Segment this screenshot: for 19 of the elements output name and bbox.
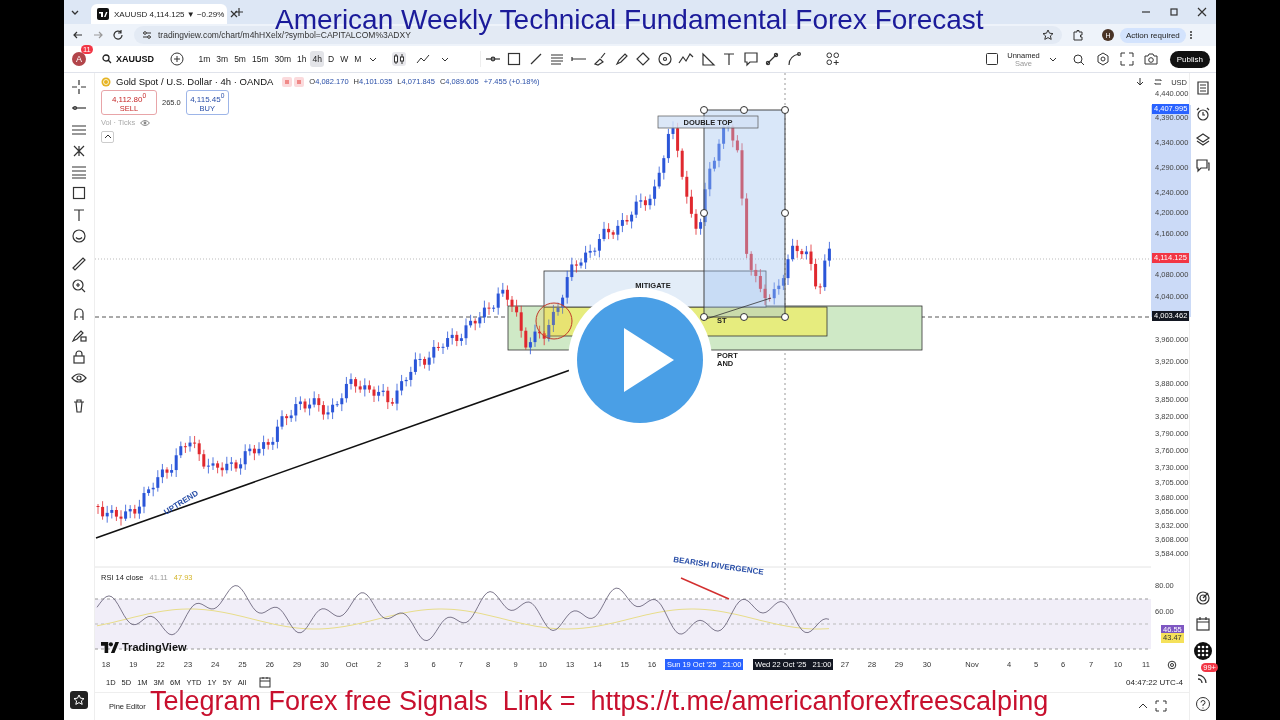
interval-tab[interactable]: 15m xyxy=(249,51,271,67)
symbol-search[interactable]: XAUUSD xyxy=(98,54,158,64)
symbol-title[interactable]: Gold Spot / U.S. Dollar · 4h · OANDA xyxy=(116,76,274,87)
promo-text: Telegram Forex free Signals Link = https://t.me/americanforexfreescalping xyxy=(150,685,1049,718)
interval-tab[interactable]: 3m xyxy=(213,51,231,67)
interval-tab[interactable]: 4h xyxy=(310,51,325,67)
interval-tab[interactable]: W xyxy=(337,51,351,67)
interval-tab[interactable]: 1m xyxy=(196,51,213,67)
interval-tab[interactable]: 1h xyxy=(294,51,309,67)
interval-tab[interactable]: D xyxy=(325,51,337,67)
brand-name: TradingView xyxy=(122,641,187,653)
user-avatar[interactable]: A xyxy=(72,52,86,66)
interval-tab[interactable]: M xyxy=(351,51,364,67)
clock-time[interactable]: 04:47:22 UTC-4 xyxy=(1126,677,1183,687)
interval-tab[interactable]: 30m xyxy=(272,51,294,67)
action-required-button[interactable]: Action required xyxy=(1120,27,1186,43)
divergence-label: BEARISH DIVERGENCE xyxy=(672,555,765,577)
interval-tab[interactable]: 5m xyxy=(231,51,249,67)
publish-button[interactable]: Publish xyxy=(1169,50,1210,68)
